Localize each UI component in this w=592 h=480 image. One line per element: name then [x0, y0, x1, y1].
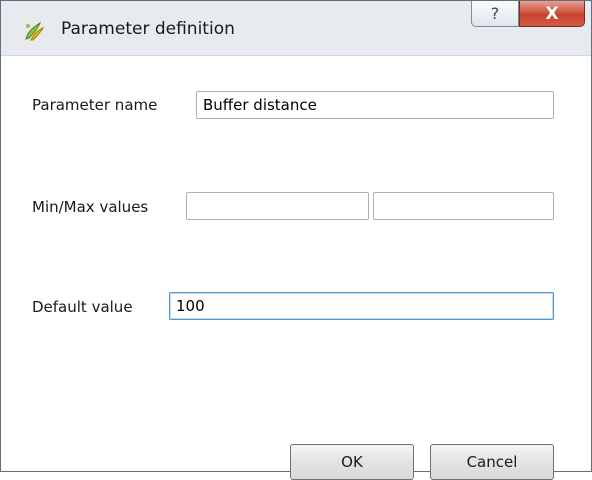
dialog-title: Parameter definition: [61, 19, 235, 39]
min-max-label: Min/Max values: [32, 198, 149, 216]
min-value-input[interactable]: [186, 192, 369, 220]
default-value-label: Default value: [32, 298, 133, 316]
max-value-input[interactable]: [373, 192, 554, 220]
qgis-icon: [25, 21, 45, 41]
dialog-body: Parameter name Min/Max values Default va…: [23, 56, 589, 480]
caption-buttons: ? X: [471, 1, 585, 31]
default-value-input[interactable]: [169, 292, 554, 320]
cancel-button[interactable]: Cancel: [430, 444, 554, 480]
title-bar[interactable]: Parameter definition ? X: [1, 1, 591, 56]
help-button[interactable]: ?: [471, 1, 519, 27]
close-button[interactable]: X: [519, 1, 585, 27]
parameter-name-input[interactable]: [196, 91, 554, 119]
parameter-name-label: Parameter name: [32, 96, 158, 114]
parameter-definition-dialog: Parameter definition ? X Parameter name …: [0, 0, 592, 480]
ok-button[interactable]: OK: [290, 444, 414, 480]
